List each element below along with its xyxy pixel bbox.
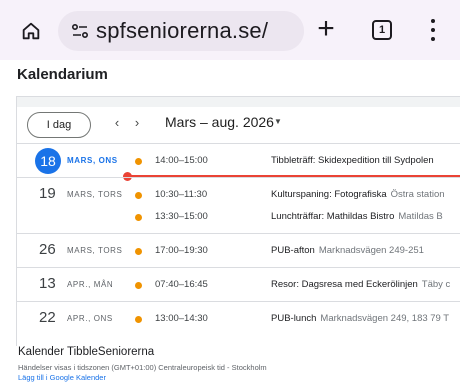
event-title[interactable]: PUB-afton: [271, 245, 315, 256]
agenda-day-events: 07:40–16:45 Resor: Dagsresa med Eckerölin…: [17, 274, 460, 296]
event-color-dot: [135, 214, 142, 221]
event-color-dot: [135, 248, 142, 255]
event-title-line[interactable]: Resor: Dagsresa med Eckerölinjen Täby c: [271, 279, 450, 290]
agenda-day-events: 14:00–15:00 Tibbleträff: Skidexpedition t…: [17, 150, 460, 172]
url-fade: [282, 11, 304, 51]
event-time: 13:30–15:00: [155, 211, 208, 222]
agenda-day-events: 17:00–19:30 PUB-afton Marknadsvägen 249-25…: [17, 240, 460, 262]
event-location: Matildas B: [398, 211, 443, 222]
event-location: Östra station: [390, 189, 445, 200]
calendar-top-band: [17, 97, 460, 107]
caret-down-icon[interactable]: ▼: [274, 117, 282, 126]
event-time: 10:30–11:30: [155, 189, 208, 200]
agenda-day: 18 MARS, ONS 14:00–15:00 Tibbleträff: Skide…: [17, 143, 460, 181]
address-bar[interactable]: spfseniorerna.se/: [58, 11, 304, 51]
event-time: 07:40–16:45: [155, 279, 208, 290]
agenda-day: 19 MARS, TORS 10:30–11:30 Kulturspaning: Fo…: [17, 177, 460, 233]
date-range-label[interactable]: Mars – aug. 2026: [165, 114, 274, 130]
event-title-line[interactable]: PUB-afton Marknadsvägen 249-251: [271, 245, 424, 256]
calendar-toolbar: I dag ‹ › Mars – aug. 2026 ▼: [17, 107, 460, 143]
agenda-day: 26 MARS, TORS 17:00–19:30 PUB-afton Marknads…: [17, 233, 460, 267]
agenda-day-events: 10:30–11:30 Kulturspaning: Fotografiska Ös…: [17, 184, 460, 228]
agenda-list: 18 MARS, ONS 14:00–15:00 Tibbleträff: Skide…: [17, 143, 460, 335]
agenda-event[interactable]: 14:00–15:00 Tibbleträff: Skidexpedition t…: [17, 150, 460, 172]
event-title[interactable]: Tibbleträff: Skidexpedition till Sydpole…: [271, 155, 434, 166]
tab-switcher-button[interactable]: 1: [372, 20, 392, 40]
event-time: 14:00–15:00: [155, 155, 208, 166]
event-title[interactable]: Kulturspaning: Fotografiska: [271, 189, 387, 200]
event-title[interactable]: PUB-lunch: [271, 313, 316, 324]
event-title-line[interactable]: PUB-lunch Marknadsvägen 249, 183 79 T: [271, 313, 449, 324]
embedded-calendar: I dag ‹ › Mars – aug. 2026 ▼ 18 MARS, ONS…: [16, 96, 460, 387]
more-vert-icon[interactable]: [424, 16, 442, 44]
event-title-line[interactable]: Kulturspaning: Fotografiska Östra station: [271, 189, 445, 200]
agenda-event[interactable]: 13:30–15:00 Lunchträffar: Mathildas Bistr…: [17, 206, 460, 228]
home-icon[interactable]: [18, 18, 44, 44]
browser-toolbar: spfseniorerna.se/ + 1: [0, 0, 460, 60]
url-text[interactable]: spfseniorerna.se/: [96, 18, 268, 44]
event-location: Marknadsvägen 249-251: [318, 245, 424, 256]
event-title[interactable]: Resor: Dagsresa med Eckerölinjen: [271, 279, 418, 290]
event-location: Täby c: [421, 279, 451, 290]
event-time: 13:00–14:30: [155, 313, 208, 324]
event-location: Marknadsvägen 249, 183 79 T: [320, 313, 450, 324]
timezone-note: Händelser visas i tidszonen (GMT+01:00) …: [18, 363, 267, 372]
agenda-day-events: 13:00–14:30 PUB-lunch Marknadsvägen 249, 1…: [17, 308, 460, 330]
event-title-line[interactable]: Tibbleträff: Skidexpedition till Sydpole…: [271, 155, 434, 166]
today-button[interactable]: I dag: [27, 112, 91, 138]
agenda-event[interactable]: 10:30–11:30 Kulturspaning: Fotografiska Ös…: [17, 184, 460, 206]
plus-icon[interactable]: +: [311, 14, 341, 46]
event-title-line[interactable]: Lunchträffar: Mathildas Bistro Matildas B: [271, 211, 443, 222]
event-color-dot: [135, 158, 142, 165]
agenda-day: 22 APR., ONS 13:00–14:30 PUB-lunch Marknadsv…: [17, 301, 460, 335]
event-time: 17:00–19:30: [155, 245, 208, 256]
agenda-event[interactable]: 07:40–16:45 Resor: Dagsresa med Eckerölin…: [17, 274, 460, 296]
agenda-event[interactable]: 13:00–14:30 PUB-lunch Marknadsvägen 249, 1…: [17, 308, 460, 330]
event-title[interactable]: Lunchträffar: Mathildas Bistro: [271, 211, 394, 222]
chevron-right-icon[interactable]: ›: [129, 115, 145, 130]
event-color-dot: [135, 282, 142, 289]
event-color-dot: [135, 192, 142, 199]
agenda-day: 13 APR., MÅN 07:40–16:45 Resor: Dagsresa me…: [17, 267, 460, 301]
add-to-google-calendar-link[interactable]: Lägg till i Google Kalender: [18, 373, 106, 382]
agenda-event[interactable]: 17:00–19:30 PUB-afton Marknadsvägen 249-25…: [17, 240, 460, 262]
tune-icon[interactable]: [68, 19, 92, 43]
calendar-name: Kalender TibbleSeniorerna: [18, 346, 155, 358]
event-color-dot: [135, 316, 142, 323]
calendar-footer: Kalender TibbleSeniorerna Händelser visa…: [16, 346, 460, 387]
chevron-left-icon[interactable]: ‹: [109, 115, 125, 130]
page-title: Kalendarium: [17, 66, 108, 83]
